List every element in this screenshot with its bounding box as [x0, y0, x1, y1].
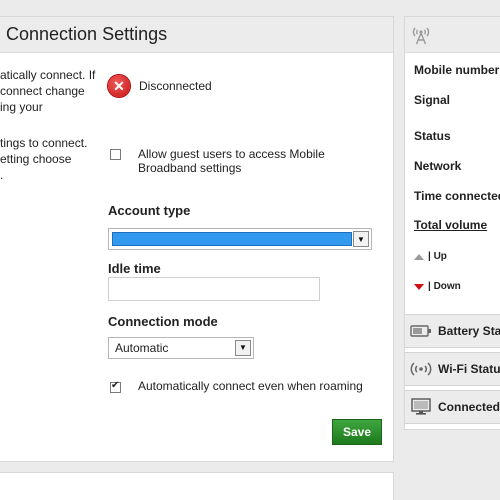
connection-settings-card: Connection Settings atically connect. If… [0, 16, 394, 462]
save-button[interactable]: Save [332, 419, 382, 445]
connection-mode-value: Automatic [115, 341, 169, 355]
bottom-card [0, 472, 394, 500]
status-text: Disconnected [139, 79, 212, 93]
connection-status: ✕ Disconnected [108, 75, 212, 97]
arrow-down-icon [414, 283, 424, 290]
tab-wifi-status[interactable]: Wi-Fi Status [405, 352, 500, 386]
status-panel-header [405, 17, 500, 53]
battery-icon [410, 322, 432, 340]
arrow-up-icon [414, 253, 424, 260]
idle-time-label: Idle time [108, 261, 161, 276]
guest-access-checkbox[interactable] [110, 149, 121, 160]
tab-connected-devices[interactable]: Connected [405, 390, 500, 424]
upload-volume: | Up [414, 251, 447, 262]
total-volume-link[interactable]: Total volume [414, 218, 487, 232]
status-label: Status [414, 129, 451, 143]
mobile-number-label: Mobile number [414, 63, 500, 77]
tab-wifi-label: Wi-Fi Status [438, 362, 500, 376]
account-type-selection [112, 232, 352, 246]
account-type-select[interactable]: ▼ [108, 228, 372, 250]
status-panel: Mobile number Signal Status Network Time… [404, 16, 500, 430]
chevron-down-icon[interactable]: ▼ [235, 340, 251, 356]
idle-time-input[interactable] [108, 277, 320, 301]
network-label: Network [414, 159, 462, 173]
guest-access-label: Allow guest users to access Mobile Broad… [138, 147, 325, 175]
page-title: Connection Settings [6, 24, 168, 44]
tower-icon [412, 27, 430, 45]
chevron-down-icon[interactable]: ▼ [353, 231, 369, 247]
guest-access-option[interactable]: Allow guest users to access Mobile Broad… [110, 147, 328, 175]
error-icon: ✕ [108, 75, 130, 97]
connection-mode-select[interactable]: Automatic ▼ [108, 337, 254, 359]
monitor-icon [410, 398, 432, 416]
download-volume: | Down [414, 281, 461, 292]
tab-connected-label: Connected [438, 400, 500, 414]
card-header: Connection Settings [0, 17, 393, 53]
roaming-option[interactable]: Automatically connect even when roaming [110, 379, 363, 393]
wifi-icon [410, 360, 432, 378]
signal-label: Signal [414, 93, 451, 107]
help-text-1: atically connect. If connect change ing … [0, 68, 96, 114]
roaming-checkbox[interactable] [110, 380, 121, 393]
roaming-label: Automatically connect even when roaming [138, 379, 363, 393]
help-text-2: tings to connect. etting choose . [0, 136, 88, 182]
time-connected-label: Time connected [414, 189, 500, 203]
tab-battery-status[interactable]: Battery Sta [405, 314, 500, 348]
tab-battery-label: Battery Sta [438, 324, 500, 338]
account-type-label: Account type [108, 203, 191, 218]
connection-mode-label: Connection mode [108, 314, 218, 329]
